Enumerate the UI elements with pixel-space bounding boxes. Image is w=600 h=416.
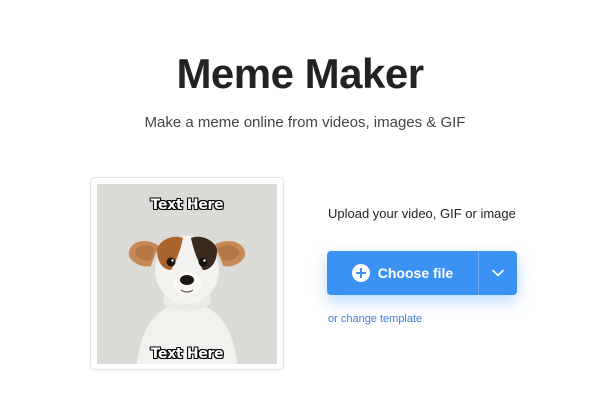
choose-file-label: Choose file [377,265,454,281]
choose-file-button-group: Choose file [327,251,517,295]
chevron-down-icon [492,264,504,282]
page-title: Meme Maker [176,50,424,97]
meme-preview-card[interactable]: Text Here Text Here [90,177,284,370]
change-template-link[interactable]: or change template [328,313,422,325]
meme-bottom-caption: Text Here [150,346,224,362]
choose-file-button[interactable]: Choose file [327,251,478,295]
choose-file-dropdown-button[interactable] [479,251,517,295]
page-subtitle: Make a meme online from videos, images &… [144,114,466,131]
meme-template-image: Text Here Text Here [97,184,277,364]
upload-instructions: Upload your video, GIF or image [328,206,516,221]
plus-circle-icon [351,264,370,282]
meme-top-caption: Text Here [150,197,224,213]
